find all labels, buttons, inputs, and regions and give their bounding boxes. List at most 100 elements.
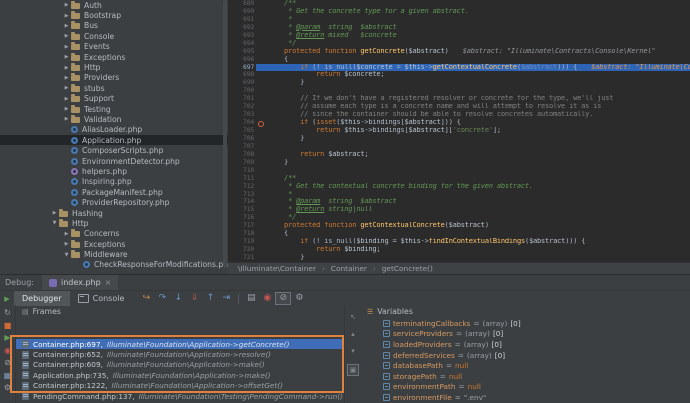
code-line[interactable]: 693 * @return mixed $concrete bbox=[228, 32, 690, 40]
tree-item-aliasloader-php[interactable]: AliasLoader.php bbox=[0, 125, 228, 135]
breakpoint-gutter[interactable] bbox=[256, 135, 268, 143]
code-line[interactable]: 691 * bbox=[228, 16, 690, 24]
force-step-into-icon[interactable]: ⇓ bbox=[186, 292, 202, 305]
code-line[interactable]: 710 bbox=[228, 167, 690, 175]
evaluate-expression-icon[interactable]: ▤ bbox=[243, 292, 259, 305]
tree-item-events[interactable]: ▶Events bbox=[0, 42, 228, 52]
tree-item-console[interactable]: ▶Console bbox=[0, 31, 228, 41]
expand-arrow-icon[interactable]: ▶ bbox=[62, 0, 71, 10]
expand-arrow-icon[interactable]: ▼ bbox=[50, 218, 59, 228]
code-line[interactable]: 718 { bbox=[228, 230, 690, 238]
tree-item-bootstrap[interactable]: ▶Bootstrap bbox=[0, 10, 228, 20]
run-to-cursor-icon[interactable]: ⇥ bbox=[218, 292, 234, 305]
tree-item-auth[interactable]: ▶Auth bbox=[0, 0, 228, 10]
mute-breakpoints-icon[interactable]: ⊘ bbox=[4, 358, 11, 367]
tab-debugger[interactable]: Debugger bbox=[14, 291, 70, 306]
resume-icon[interactable]: ▶ bbox=[4, 333, 10, 342]
breakpoint-gutter[interactable] bbox=[256, 127, 268, 135]
tree-item-checkresponseformodifications-ph[interactable]: CheckResponseForModifications.ph bbox=[0, 260, 228, 270]
expand-arrow-icon[interactable]: ▶ bbox=[62, 11, 71, 21]
breakpoint-gutter[interactable] bbox=[256, 198, 268, 206]
tree-scrollbar[interactable] bbox=[223, 0, 227, 268]
breakpoint-gutter[interactable] bbox=[256, 111, 268, 119]
code-line[interactable]: 704 if (isset($this->bindings[$abstract]… bbox=[228, 119, 690, 127]
breakpoint-gutter[interactable] bbox=[256, 119, 268, 127]
stack-frame-row[interactable]: PendingCommand.php:137,Illuminate\Founda… bbox=[16, 391, 344, 401]
breakpoint-gutter[interactable] bbox=[256, 95, 268, 103]
mute-breakpoints-icon[interactable]: ⊘ bbox=[275, 292, 291, 305]
breakpoint-gutter[interactable] bbox=[256, 24, 268, 32]
code-line[interactable]: 701 // If we don't have a registered res… bbox=[228, 95, 690, 103]
breakpoint-gutter[interactable] bbox=[256, 56, 268, 64]
expand-arrow-icon[interactable]: ▶ bbox=[62, 31, 71, 41]
tree-item-stubs[interactable]: ▶stubs bbox=[0, 83, 228, 93]
code-line[interactable]: 715 * @return string|null bbox=[228, 206, 690, 214]
breakpoint-gutter[interactable] bbox=[256, 183, 268, 191]
breakpoint-gutter[interactable] bbox=[256, 40, 268, 48]
show-values-inline-icon[interactable]: ▣ bbox=[347, 364, 360, 376]
restore-layout-icon[interactable]: ▦ bbox=[4, 371, 12, 380]
tree-item-environmentdetector-php[interactable]: EnvironmentDetector.php bbox=[0, 156, 228, 166]
expand-arrow-icon[interactable]: ▼ bbox=[62, 250, 71, 260]
run-icon[interactable]: ▶ bbox=[0, 295, 14, 303]
settings-gear-icon[interactable]: ⚙ bbox=[291, 292, 307, 305]
view-breakpoints-icon[interactable]: ◉ bbox=[4, 346, 11, 355]
code-line[interactable]: 695 protected function getConcrete($abst… bbox=[228, 48, 690, 56]
expand-arrow-icon[interactable]: ▶ bbox=[62, 63, 71, 73]
stack-frame-row[interactable]: Container.php:609,Illuminate\Foundation\… bbox=[16, 360, 344, 370]
tree-item-http[interactable]: ▶Http bbox=[0, 62, 228, 72]
breakpoint-gutter[interactable] bbox=[256, 87, 268, 95]
view-breakpoints-icon[interactable]: ◉ bbox=[259, 292, 275, 305]
code-line[interactable]: 696 { bbox=[228, 56, 690, 64]
expand-arrow-icon[interactable]: ▶ bbox=[62, 229, 71, 239]
breakpoint-gutter[interactable] bbox=[256, 159, 268, 167]
tree-item-hashing[interactable]: ▶Hashing bbox=[0, 208, 228, 218]
tree-item-packagemanifest-php[interactable]: PackageManifest.php bbox=[0, 187, 228, 197]
code-line[interactable]: 692 * @param string $abstract bbox=[228, 24, 690, 32]
breakpoint-gutter[interactable] bbox=[256, 32, 268, 40]
variable-row[interactable]: loadedProviders=(array)[0] bbox=[361, 339, 690, 350]
step-into-icon[interactable]: ↓ bbox=[170, 292, 186, 305]
expand-arrow-icon[interactable]: ▶ bbox=[62, 83, 71, 93]
code-line[interactable]: 714 * @param string $abstract bbox=[228, 198, 690, 206]
tree-item-composerscripts-php[interactable]: ComposerScripts.php bbox=[0, 145, 228, 155]
code-line[interactable]: 703 // since the container should be abl… bbox=[228, 111, 690, 119]
variable-row[interactable]: databasePath=null bbox=[361, 360, 690, 371]
breakpoint-gutter[interactable] bbox=[256, 151, 268, 159]
variable-row[interactable]: deferredServices=(array)[0] bbox=[361, 350, 690, 361]
breakpoint-gutter[interactable] bbox=[256, 103, 268, 111]
variable-row[interactable]: serviceProviders=(array)[0] bbox=[361, 329, 690, 340]
tree-item-support[interactable]: ▶Support bbox=[0, 94, 228, 104]
scroll-up-icon[interactable]: ▴ bbox=[351, 330, 355, 338]
code-line[interactable]: 690 * Get the concrete type for a given … bbox=[228, 8, 690, 16]
breakpoint-gutter[interactable] bbox=[256, 143, 268, 151]
breakpoint-icon[interactable] bbox=[258, 121, 264, 127]
tree-item-exceptions[interactable]: ▶Exceptions bbox=[0, 52, 228, 62]
breakpoint-gutter[interactable] bbox=[256, 167, 268, 175]
code-line[interactable]: 709 } bbox=[228, 159, 690, 167]
code-line[interactable]: 694 */ bbox=[228, 40, 690, 48]
tree-item-providerrepository-php[interactable]: ProviderRepository.php bbox=[0, 197, 228, 207]
breakpoint-gutter[interactable] bbox=[256, 8, 268, 16]
code-line[interactable]: 702 // assume each type is a concrete na… bbox=[228, 103, 690, 111]
stack-frame-row[interactable]: Container.php:1222,Illuminate\Foundation… bbox=[16, 381, 344, 391]
stack-frame-row[interactable]: Application.php:735,Illuminate\Foundatio… bbox=[16, 370, 344, 380]
breakpoint-gutter[interactable] bbox=[256, 222, 268, 230]
tree-item-application-php[interactable]: Application.php bbox=[0, 135, 228, 145]
code-line[interactable]: 699 } bbox=[228, 79, 690, 87]
tree-item-bus[interactable]: ▶Bus bbox=[0, 21, 228, 31]
breakpoint-gutter[interactable] bbox=[256, 71, 268, 79]
breakpoint-gutter[interactable] bbox=[256, 175, 268, 183]
expand-arrow-icon[interactable]: ▶ bbox=[62, 104, 71, 114]
close-icon[interactable]: × bbox=[105, 279, 112, 287]
tab-console[interactable]: Console bbox=[70, 291, 133, 306]
tree-item-middleware[interactable]: ▼Middleware bbox=[0, 249, 228, 259]
breadcrumb-item[interactable]: getConcrete() bbox=[382, 264, 433, 273]
code-line[interactable]: 706 } bbox=[228, 135, 690, 143]
settings-gear-icon[interactable]: ⚙ bbox=[4, 383, 11, 392]
expand-arrow-icon[interactable]: ▶ bbox=[62, 114, 71, 124]
code-line[interactable]: 711 /** bbox=[228, 175, 690, 183]
code-line[interactable]: 705 return $this->bindings[$abstract]['c… bbox=[228, 127, 690, 135]
breakpoint-gutter[interactable] bbox=[256, 0, 268, 8]
tree-item-http[interactable]: ▼Http bbox=[0, 218, 228, 228]
